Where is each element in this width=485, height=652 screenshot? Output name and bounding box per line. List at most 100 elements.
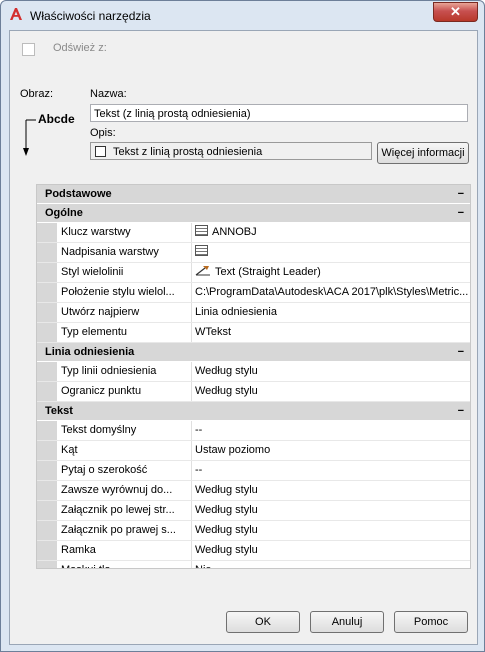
description-icon [95, 146, 106, 157]
property-value[interactable]: Text (Straight Leader) [191, 263, 470, 282]
property-row[interactable]: Utwórz najpierw Linia odniesienia [37, 303, 470, 323]
property-value-text: Text (Straight Leader) [215, 266, 321, 278]
property-row[interactable]: Styl wielolinii Text (Straight Leader) [37, 263, 470, 283]
property-name: Położenie stylu wielol... [61, 286, 175, 298]
row-gutter [37, 243, 57, 262]
table-icon [195, 225, 208, 236]
property-value-text: Według stylu [195, 365, 258, 377]
title-bar[interactable]: Właściwości narzędzia ✕ [1, 1, 484, 29]
property-value[interactable]: Według stylu [191, 541, 470, 560]
row-gutter [37, 521, 57, 540]
property-value-text: C:\ProgramData\Autodesk\ACA 2017\plk\Sty… [195, 286, 469, 298]
property-value-text: Ustaw poziomo [195, 444, 271, 456]
property-value-text: -- [195, 424, 203, 436]
property-value[interactable]: ANNOBJ [191, 223, 470, 242]
property-value[interactable]: Według stylu [191, 362, 470, 381]
ok-button[interactable]: OK [226, 611, 300, 633]
property-row[interactable]: Maskuj tło Nie [37, 561, 470, 568]
category-header[interactable]: Linia odniesienia − [37, 343, 470, 362]
property-value-text: WTekst [195, 326, 232, 338]
property-value[interactable]: Nie [191, 561, 470, 568]
property-row[interactable]: Położenie stylu wielol... C:\ProgramData\… [37, 283, 470, 303]
property-value[interactable]: Według stylu [191, 501, 470, 520]
property-row[interactable]: Klucz warstwy ANNOBJ [37, 223, 470, 243]
collapse-icon[interactable]: − [458, 402, 464, 420]
row-gutter [37, 541, 57, 560]
dialog-content: Odśwież z: Obraz: Abcde Nazwa: Tekst (z … [9, 30, 478, 645]
property-row[interactable]: Tekst domyślny -- [37, 421, 470, 441]
refresh-checkbox[interactable] [22, 43, 35, 56]
property-name: Styl wielolinii [61, 266, 124, 278]
property-value-text: -- [195, 464, 203, 476]
property-name: Klucz warstwy [61, 226, 131, 238]
property-name: Pytaj o szerokość [61, 464, 148, 476]
property-row[interactable]: Nadpisania warstwy [37, 243, 470, 263]
property-value[interactable]: WTekst [191, 323, 470, 342]
property-name: Zawsze wyrównuj do... [61, 484, 173, 496]
property-row[interactable]: Typ linii odniesienia Według stylu [37, 362, 470, 382]
property-row[interactable]: Zawsze wyrównuj do... Według stylu [37, 481, 470, 501]
property-value[interactable]: C:\ProgramData\Autodesk\ACA 2017\plk\Sty… [191, 283, 470, 302]
property-name: Ogranicz punktu [61, 385, 142, 397]
property-value-text: Nie [195, 564, 212, 568]
property-name: Maskuj tło [61, 561, 185, 568]
category-header[interactable]: Ogólne − [37, 204, 470, 223]
collapse-icon[interactable]: − [458, 204, 464, 222]
property-name: Tekst domyślny [61, 424, 137, 436]
property-row[interactable]: Typ elementu WTekst [37, 323, 470, 343]
property-row[interactable]: Ramka Według stylu [37, 541, 470, 561]
property-value-text: Linia odniesienia [195, 306, 277, 318]
property-row[interactable]: Pytaj o szerokość -- [37, 461, 470, 481]
property-value[interactable]: -- [191, 421, 470, 440]
cancel-button[interactable]: Anuluj [310, 611, 384, 633]
property-value[interactable]: -- [191, 461, 470, 480]
help-button[interactable]: Pomoc [394, 611, 468, 633]
row-gutter [37, 283, 57, 302]
category-header[interactable]: Podstawowe − [37, 185, 470, 204]
property-value[interactable]: Linia odniesienia [191, 303, 470, 322]
category-header[interactable]: Tekst − [37, 402, 470, 421]
property-value[interactable] [191, 243, 470, 262]
property-name: Ramka [61, 544, 96, 556]
collapse-icon[interactable]: − [458, 343, 464, 361]
property-row[interactable]: Kąt Ustaw poziomo [37, 441, 470, 461]
property-value-text: Według stylu [195, 524, 258, 536]
category-title: Ogólne [45, 207, 83, 219]
property-value[interactable]: Według stylu [191, 382, 470, 401]
refresh-label: Odśwież z: [53, 42, 107, 54]
category-title: Tekst [45, 405, 73, 417]
row-gutter [37, 421, 57, 440]
row-gutter [37, 263, 57, 282]
property-value-text: Według stylu [195, 544, 258, 556]
image-preview[interactable]: Abcde [20, 108, 90, 160]
leader-icon [195, 264, 211, 276]
image-preview-text: Abcde [38, 112, 75, 126]
row-gutter [37, 382, 57, 401]
category-title: Linia odniesienia [45, 346, 135, 358]
table-icon [195, 245, 208, 256]
properties-grid[interactable]: Podstawowe − Ogólne − Klucz warstwy ANNOBJ Nad… [36, 184, 471, 569]
property-value[interactable]: Ustaw poziomo [191, 441, 470, 460]
property-value[interactable]: Według stylu [191, 521, 470, 540]
property-name: Załącznik po lewej str... [61, 504, 175, 516]
description-field[interactable]: Tekst z linią prostą odniesienia [90, 142, 372, 160]
dialog-window: Właściwości narzędzia ✕ Odśwież z: Obraz… [0, 0, 485, 652]
name-label: Nazwa: [90, 88, 127, 100]
property-name: Typ linii odniesienia [61, 365, 157, 377]
row-gutter [37, 362, 57, 381]
autocad-app-icon [10, 8, 22, 20]
property-row[interactable]: Załącznik po lewej str... Według stylu [37, 501, 470, 521]
properties-grid-body: Podstawowe − Ogólne − Klucz warstwy ANNOBJ Nad… [37, 185, 470, 568]
close-button[interactable]: ✕ [433, 2, 478, 22]
property-row[interactable]: Załącznik po prawej s... Według stylu [37, 521, 470, 541]
collapse-icon[interactable]: − [458, 185, 464, 203]
property-name: Kąt [61, 444, 78, 456]
property-value-text: Według stylu [195, 385, 258, 397]
more-info-button[interactable]: Więcej informacji [377, 142, 469, 164]
property-value[interactable]: Według stylu [191, 481, 470, 500]
row-gutter [37, 461, 57, 480]
property-name: Nadpisania warstwy [61, 246, 159, 258]
property-row[interactable]: Ogranicz punktu Według stylu [37, 382, 470, 402]
row-gutter [37, 561, 57, 568]
name-field[interactable]: Tekst (z linią prostą odniesienia) [90, 104, 468, 122]
